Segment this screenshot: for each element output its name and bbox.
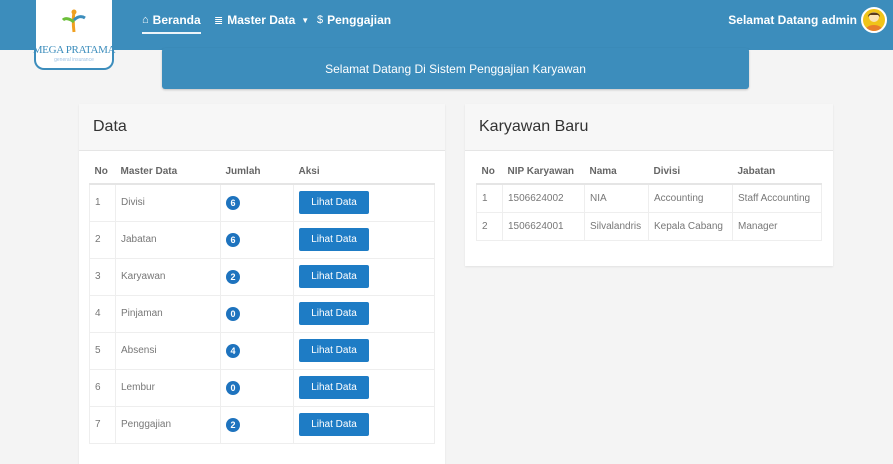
lihat-data-button[interactable]: Lihat Data — [299, 264, 369, 288]
row-jumlah: 2 — [220, 257, 294, 296]
row-no: 3 — [89, 257, 116, 296]
count-badge: 6 — [226, 232, 240, 247]
brand-name: MEGA PRATAMA — [32, 44, 116, 56]
logo-mark-icon — [61, 9, 86, 33]
row-no: 6 — [89, 368, 116, 407]
row-divisi: Kepala Cabang — [648, 211, 733, 241]
row-no: 1 — [89, 183, 116, 222]
col-jabatan: Jabatan — [732, 160, 822, 185]
lihat-data-button[interactable]: Lihat Data — [299, 338, 369, 362]
data-panel: Data No Master Data Jumlah Aksi 1 Divisi 6… — [79, 104, 445, 464]
count-badge: 0 — [226, 380, 240, 395]
row-nip: 1506624002 — [502, 183, 585, 213]
row-aksi: Lihat Data — [293, 257, 435, 296]
row-master-data-name: Pinjaman — [115, 294, 221, 333]
col-aksi: Aksi — [293, 160, 435, 185]
karyawan-baru-panel: Karyawan Baru No NIP Karyawan Nama Divis… — [465, 104, 833, 266]
brand-logo[interactable]: MEGA PRATAMA general insurance — [32, 0, 116, 70]
count-badge: 2 — [226, 417, 240, 432]
brand-tagline: general insurance — [54, 57, 94, 63]
col-nama: Nama — [584, 160, 649, 185]
user-avatar-icon — [865, 12, 883, 31]
row-aksi: Lihat Data — [293, 294, 435, 333]
row-jumlah: 0 — [220, 368, 294, 407]
nav-beranda[interactable]: ⌂ Beranda — [142, 0, 201, 40]
table-row: 5 Absensi 4 Lihat Data — [89, 331, 435, 370]
row-master-data-name: Karyawan — [115, 257, 221, 296]
master-data-table: No Master Data Jumlah Aksi 1 Divisi 6 Lihat… — [89, 160, 435, 444]
col-no: No — [476, 160, 503, 185]
col-no: No — [89, 160, 116, 185]
row-no: 7 — [89, 405, 116, 444]
table-row: 7 Penggajian 2 Lihat Data — [89, 405, 435, 444]
row-no: 2 — [476, 211, 503, 241]
row-no: 4 — [89, 294, 116, 333]
home-icon: ⌂ — [142, 14, 149, 26]
row-nama: NIA — [584, 183, 649, 213]
table-row: 2 Jabatan 6 Lihat Data — [89, 220, 435, 259]
lihat-data-button[interactable]: Lihat Data — [299, 412, 369, 436]
count-badge: 4 — [226, 343, 240, 358]
nav-penggajian[interactable]: $ Penggajian — [317, 0, 391, 40]
row-aksi: Lihat Data — [293, 220, 435, 259]
table-row: 4 Pinjaman 0 Lihat Data — [89, 294, 435, 333]
row-jumlah: 0 — [220, 294, 294, 333]
lihat-data-button[interactable]: Lihat Data — [299, 301, 369, 325]
row-divisi: Accounting — [648, 183, 733, 213]
nav-penggajian-label: Penggajian — [327, 13, 392, 27]
col-jumlah: Jumlah — [220, 160, 294, 185]
row-master-data-name: Divisi — [115, 183, 221, 222]
lihat-data-button[interactable]: Lihat Data — [299, 375, 369, 399]
karyawan-baru-table: No NIP Karyawan Nama Divisi Jabatan 1 150… — [476, 160, 822, 241]
col-master-data: Master Data — [115, 160, 221, 185]
karyawan-panel-title: Karyawan Baru — [465, 104, 833, 151]
count-badge: 6 — [226, 195, 240, 210]
count-badge: 2 — [226, 269, 240, 284]
count-badge: 0 — [226, 306, 240, 321]
row-no: 5 — [89, 331, 116, 370]
col-nip: NIP Karyawan — [502, 160, 585, 185]
row-master-data-name: Absensi — [115, 331, 221, 370]
table-row: 2 1506624001 Silvalandris Kepala Cabang Mana… — [476, 211, 822, 241]
row-jumlah: 4 — [220, 331, 294, 370]
row-nama: Silvalandris — [584, 211, 649, 241]
row-aksi: Lihat Data — [293, 183, 435, 222]
row-jumlah: 6 — [220, 220, 294, 259]
row-aksi: Lihat Data — [293, 331, 435, 370]
nav-beranda-label: Beranda — [152, 13, 201, 27]
lihat-data-button[interactable]: Lihat Data — [299, 191, 369, 214]
chevron-down-icon: ▼ — [301, 15, 310, 25]
table-row: 3 Karyawan 2 Lihat Data — [89, 257, 435, 296]
database-icon: ≣ — [214, 14, 224, 27]
table-row: 6 Lembur 0 Lihat Data — [89, 368, 435, 407]
row-master-data-name: Jabatan — [115, 220, 221, 259]
nav-master-data[interactable]: ≣ Master Data ▼ — [214, 0, 309, 40]
row-jabatan: Staff Accounting — [732, 183, 822, 213]
welcome-banner: Selamat Datang Di Sistem Penggajian Kary… — [162, 48, 749, 89]
row-master-data-name: Penggajian — [115, 405, 221, 444]
data-panel-title: Data — [79, 104, 445, 151]
row-nip: 1506624001 — [502, 211, 585, 241]
row-no: 2 — [89, 220, 116, 259]
lihat-data-button[interactable]: Lihat Data — [299, 227, 369, 251]
dollar-icon: $ — [317, 14, 324, 26]
table-row: 1 Divisi 6 Lihat Data — [89, 183, 435, 222]
row-no: 1 — [476, 183, 503, 213]
table-row: 1 1506624002 NIA Accounting Staff Accounting — [476, 183, 822, 213]
avatar[interactable] — [861, 7, 887, 33]
row-jumlah: 2 — [220, 405, 294, 444]
row-aksi: Lihat Data — [293, 405, 435, 444]
row-aksi: Lihat Data — [293, 368, 435, 407]
nav-master-data-label: Master Data — [227, 13, 296, 27]
row-jumlah: 6 — [220, 183, 294, 222]
user-greeting[interactable]: Selamat Datang admin — [728, 0, 857, 40]
col-divisi: Divisi — [648, 160, 733, 185]
row-jabatan: Manager — [732, 211, 822, 241]
row-master-data-name: Lembur — [115, 368, 221, 407]
